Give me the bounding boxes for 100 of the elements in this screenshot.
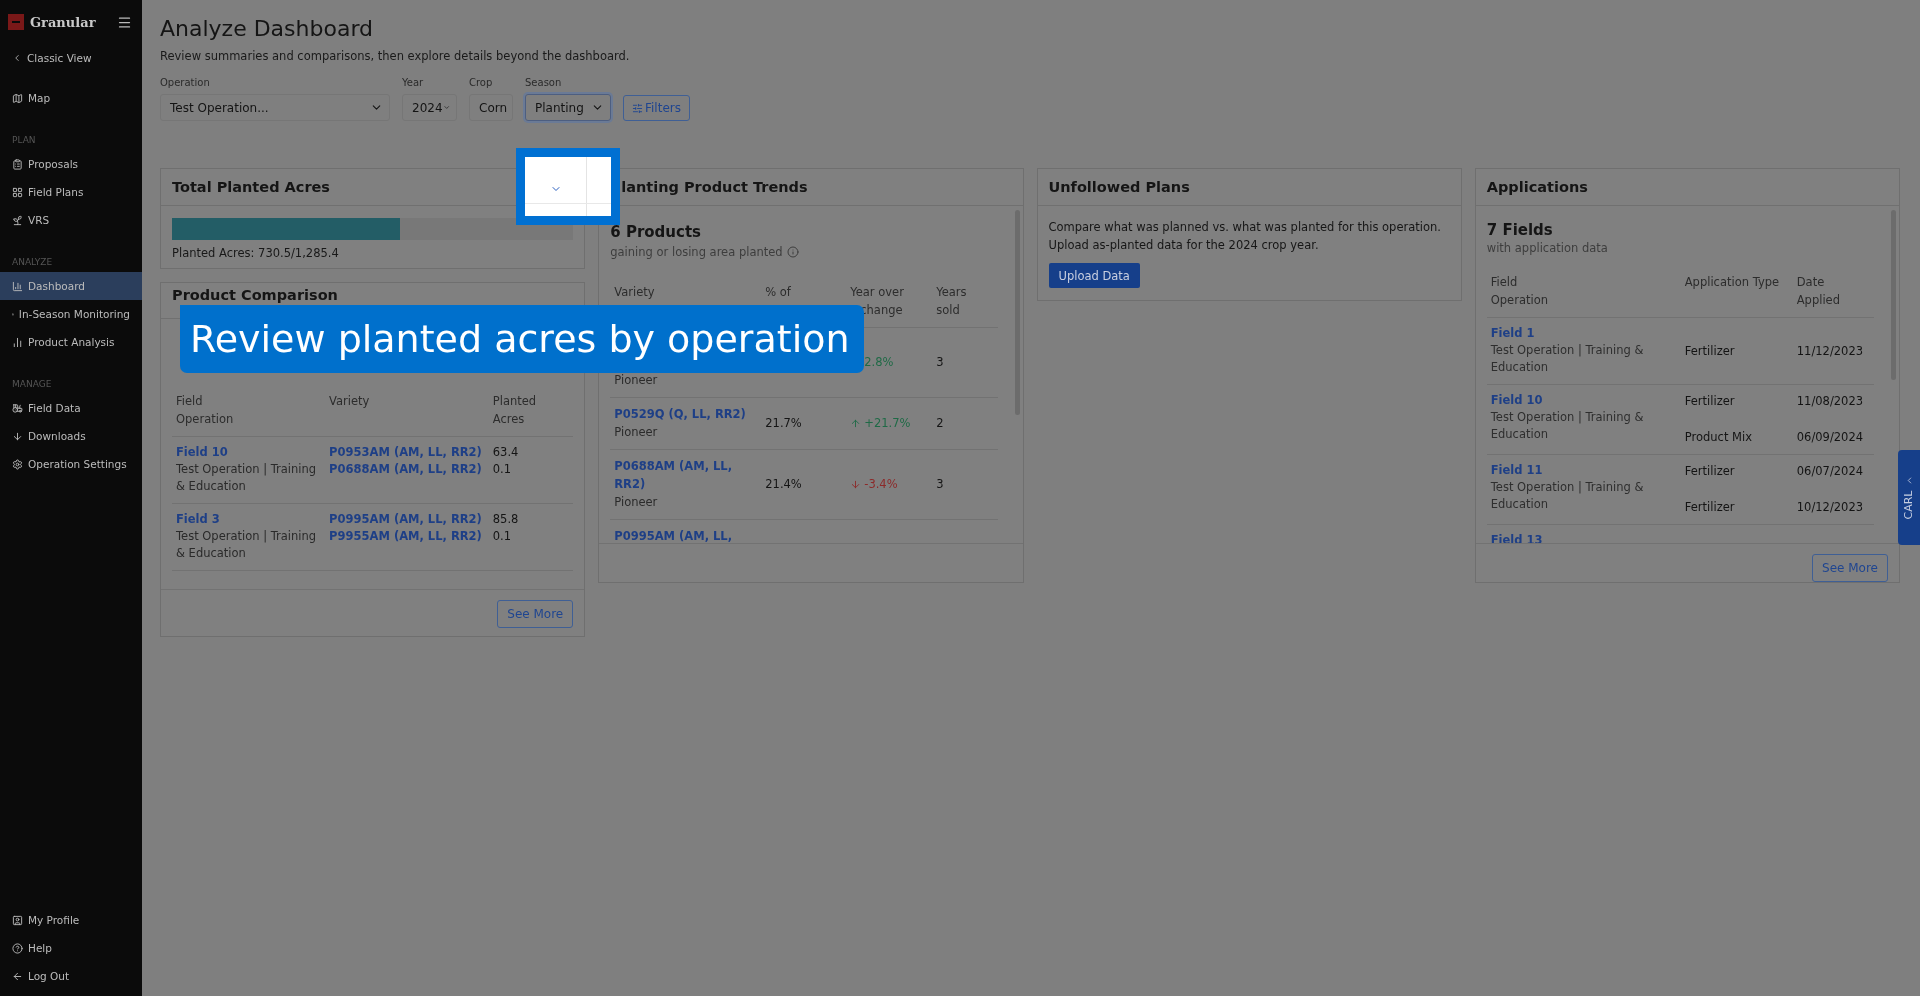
- operation-text: Test Operation | Training & Education: [176, 528, 318, 562]
- products-count: 6 Products: [610, 222, 702, 242]
- operation-text: Test Operation | Training & Education: [1490, 479, 1645, 513]
- arrow-down-icon: [12, 430, 23, 442]
- column-header: Variety: [325, 392, 489, 437]
- clipboard-icon: [12, 158, 23, 170]
- chevron-left-icon: [12, 53, 22, 63]
- bar-chart-icon: [12, 336, 23, 348]
- tour-callout: Review planted acres by operation: [180, 305, 864, 373]
- logo-icon: [8, 14, 24, 30]
- filter-dropdown[interactable]: Test Operation...: [160, 94, 390, 121]
- variety-link[interactable]: P0688AM (AM, LL, RR2): [614, 457, 758, 493]
- page-subtitle: Review summaries and comparisons, then explore details beyond the dashboard.: [160, 49, 631, 63]
- section-label: MANAGE: [11, 378, 53, 390]
- variety-link[interactable]: P0953AM (AM, LL, RR2): [329, 444, 485, 461]
- filters-button[interactable]: Filters: [623, 95, 690, 121]
- variety-link[interactable]: P9955AM (AM, LL, RR2): [329, 528, 485, 545]
- arrow-left-icon: [12, 970, 23, 982]
- sidebar-item[interactable]: Map: [0, 84, 142, 112]
- acres-value: 63.4: [492, 444, 520, 461]
- application-type: Product Mix: [1684, 429, 1753, 446]
- menu-icon[interactable]: [117, 14, 132, 30]
- tractor-icon: [12, 402, 23, 414]
- date-applied: 11/12/2023: [1796, 342, 1865, 360]
- brand-text: Pioneer: [614, 494, 659, 511]
- column-header: Date Applied: [1792, 273, 1874, 318]
- sidebar-item[interactable]: VRS: [0, 206, 142, 234]
- change-value: 2.8%: [863, 354, 895, 371]
- filter-dropdown[interactable]: Planting: [525, 94, 611, 121]
- variety-link[interactable]: P0995AM (AM, LL, RR2): [329, 511, 485, 528]
- see-more-button[interactable]: See More: [497, 600, 574, 628]
- date-applied: 11/08/2023: [1796, 393, 1865, 410]
- count-subtitle: gaining or losing area planted: [610, 245, 783, 259]
- date-applied: 06/07/2024: [1796, 463, 1865, 480]
- application-type: Fertilizer: [1684, 499, 1736, 516]
- application-type: Fertilizer: [1684, 463, 1736, 480]
- section-label: ANALYZE: [11, 256, 54, 268]
- acres-value: 0.1: [492, 528, 513, 545]
- carl-tab[interactable]: CARL: [1898, 450, 1920, 545]
- acres-value: 0.1: [492, 461, 513, 478]
- classic-view-link[interactable]: Classic View: [0, 44, 142, 72]
- sidebar-item[interactable]: My Profile: [0, 906, 142, 934]
- field-link[interactable]: Field 3: [176, 511, 322, 528]
- fields-count: 7 Fields: [1486, 220, 1554, 240]
- column-header: Years sold: [932, 283, 998, 328]
- filter-label: Season: [525, 77, 563, 88]
- filter-label: Year: [402, 77, 425, 88]
- arrow-up-icon: [850, 417, 862, 429]
- logo-text: Granular: [30, 14, 96, 30]
- operation-text: Test Operation | Training & Education: [1490, 342, 1645, 376]
- sidebar-item[interactable]: Product Analysis: [0, 328, 142, 356]
- page-title: Analyze Dashboard: [160, 16, 375, 41]
- sidebar-item[interactable]: Field Plans: [0, 178, 142, 206]
- sidebar-item[interactable]: In-Season Monitoring: [0, 300, 142, 328]
- sidebar-item[interactable]: Operation Settings: [0, 450, 142, 478]
- sprout-icon: [12, 214, 23, 226]
- help-icon: [12, 942, 23, 954]
- field-link[interactable]: Field 1: [1490, 325, 1677, 342]
- brand-text: Pioneer: [614, 372, 659, 389]
- sidebar-item[interactable]: Field Data: [0, 394, 142, 422]
- field-link[interactable]: Field 10: [1490, 392, 1677, 409]
- sidebar-item[interactable]: Proposals: [0, 150, 142, 178]
- sidebar-item[interactable]: Downloads: [0, 422, 142, 450]
- field-link[interactable]: Field 11: [1490, 462, 1677, 479]
- see-more-button[interactable]: See More: [1812, 554, 1888, 582]
- sidebar-item[interactable]: Dashboard: [0, 272, 142, 300]
- column-header: Field Operation: [172, 392, 326, 437]
- card-title: Applications: [1486, 179, 1588, 195]
- column-header: Planted Acres: [488, 392, 574, 437]
- card-title: Total Planted Acres: [172, 179, 330, 195]
- upload-data-button[interactable]: Upload Data: [1048, 263, 1140, 288]
- map-icon: [12, 92, 23, 104]
- sidebar-item[interactable]: Log Out: [0, 962, 142, 990]
- sidebar-item[interactable]: Help: [0, 934, 142, 962]
- brand-text: Pioneer: [614, 424, 659, 441]
- arrow-down-icon: [850, 478, 862, 490]
- card-title: Unfollowed Plans: [1048, 179, 1190, 195]
- share-value: 21.4%: [765, 476, 803, 493]
- change-value: -3.4%: [850, 475, 929, 493]
- planted-acres-reading: Planted Acres: 730.5/1,285.4: [172, 246, 340, 260]
- count-subtitle: with application data: [1486, 241, 1608, 255]
- variety-link[interactable]: P0995AM (AM, LL,: [614, 527, 758, 543]
- filter-dropdown[interactable]: Corn: [469, 94, 513, 121]
- field-link[interactable]: Field 10: [176, 444, 322, 461]
- card-title: Product Comparison: [172, 287, 338, 303]
- variety-link[interactable]: P0529Q (Q, LL, RR2): [614, 405, 758, 423]
- info-icon[interactable]: [786, 246, 799, 258]
- filter-label: Crop: [469, 77, 494, 88]
- years-value: 2: [936, 415, 945, 432]
- section-label: PLAN: [11, 134, 37, 146]
- acres-value: 85.8: [492, 511, 520, 528]
- variety-link[interactable]: P0688AM (AM, LL, RR2): [329, 461, 485, 478]
- share-value: 21.7%: [765, 415, 803, 432]
- filter-dropdown[interactable]: 2024: [402, 94, 457, 121]
- filter-label: Operation: [160, 77, 211, 88]
- years-value: 3: [936, 476, 945, 493]
- operation-text: Test Operation | Training & Education: [176, 461, 318, 495]
- date-applied: 06/09/2024: [1796, 429, 1865, 446]
- user-icon: [12, 914, 23, 926]
- unfollowed-description: Compare what was planned vs. what was planted for this operation. Upload as-planted data for the 2024 crop year.: [1048, 219, 1442, 254]
